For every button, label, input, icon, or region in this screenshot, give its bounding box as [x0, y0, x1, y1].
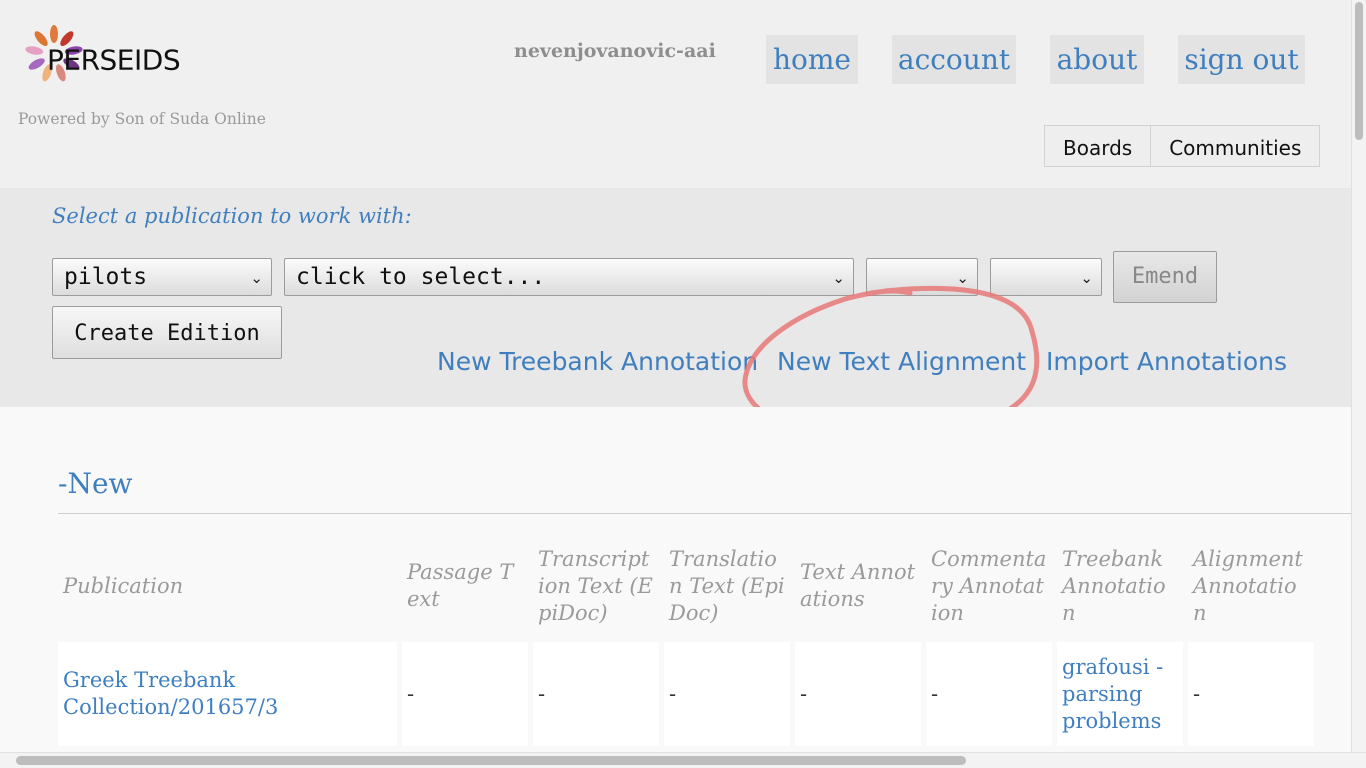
column-header: Transcription Text (EpiDoc)	[538, 546, 653, 625]
transcription-cell: -	[533, 642, 659, 746]
nav-home-link[interactable]: home	[766, 35, 858, 84]
username-label: nevenjovanovic-aai	[514, 40, 716, 62]
collection-select-value: pilots	[64, 264, 148, 290]
publication-link[interactable]: Greek Treebank Collection/201657/3	[63, 668, 278, 719]
vertical-scrollbar-thumb[interactable]	[1355, 2, 1363, 140]
text-annotations-cell: -	[795, 642, 921, 746]
board-tabs: Boards Communities	[1044, 125, 1321, 167]
powered-by-text: Powered by Son of Suda Online	[18, 110, 266, 128]
publication-select-value: click to select...	[296, 264, 546, 290]
column-header: Treebank Annotation	[1062, 546, 1166, 625]
select-publication-heading: Select a publication to work with:	[52, 204, 412, 228]
commentary-cell: -	[926, 642, 1052, 746]
column-header: Commentary Annotation	[931, 546, 1047, 625]
section-divider	[58, 513, 1352, 514]
column-header: Passage Text	[407, 560, 514, 611]
collection-select[interactable]: pilots ⌄	[52, 258, 272, 296]
passage-cell: -	[402, 642, 528, 746]
logo-text: PERSEIDS	[47, 43, 181, 77]
emend-button[interactable]: Emend	[1113, 251, 1217, 303]
column-header: Alignment Annotation	[1193, 546, 1303, 625]
vertical-scrollbar[interactable]	[1351, 0, 1366, 753]
section-title[interactable]: -New	[58, 467, 133, 500]
chevron-down-icon: ⌄	[250, 269, 263, 287]
tab-boards[interactable]: Boards	[1044, 125, 1152, 167]
horizontal-scrollbar[interactable]	[0, 752, 1366, 768]
create-edition-button[interactable]: Create Edition	[52, 306, 282, 359]
treebank-cell: grafousi - parsing problems	[1057, 642, 1183, 746]
publications-table: Publication Passage Text Transcription T…	[53, 530, 1319, 746]
table-header-row: Publication Passage Text Transcription T…	[58, 530, 1314, 642]
translation-cell: -	[664, 642, 790, 746]
column-header: Publication	[63, 573, 184, 598]
chevron-down-icon: ⌄	[1080, 269, 1093, 287]
nav-sign-out-link[interactable]: sign out	[1178, 35, 1305, 84]
table-row: Greek Treebank Collection/201657/3 - - -…	[58, 642, 1314, 746]
horizontal-scrollbar-thumb[interactable]	[16, 756, 966, 765]
alignment-cell: -	[1188, 642, 1314, 746]
nav-account-link[interactable]: account	[892, 35, 1016, 84]
new-treebank-annotation-link[interactable]: New Treebank Annotation	[437, 347, 758, 376]
import-annotations-link[interactable]: Import Annotations	[1046, 347, 1287, 376]
tab-communities[interactable]: Communities	[1151, 125, 1321, 167]
perseids-logo[interactable]: PERSEIDS	[18, 18, 198, 94]
nav-about-link[interactable]: about	[1050, 35, 1144, 84]
column-header: Text Annotations	[800, 560, 916, 611]
column-header: Translation Text (EpiDoc)	[669, 546, 785, 625]
publication-cell: Greek Treebank Collection/201657/3	[58, 642, 397, 746]
treebank-annotation-link[interactable]: grafousi - parsing problems	[1062, 655, 1163, 733]
